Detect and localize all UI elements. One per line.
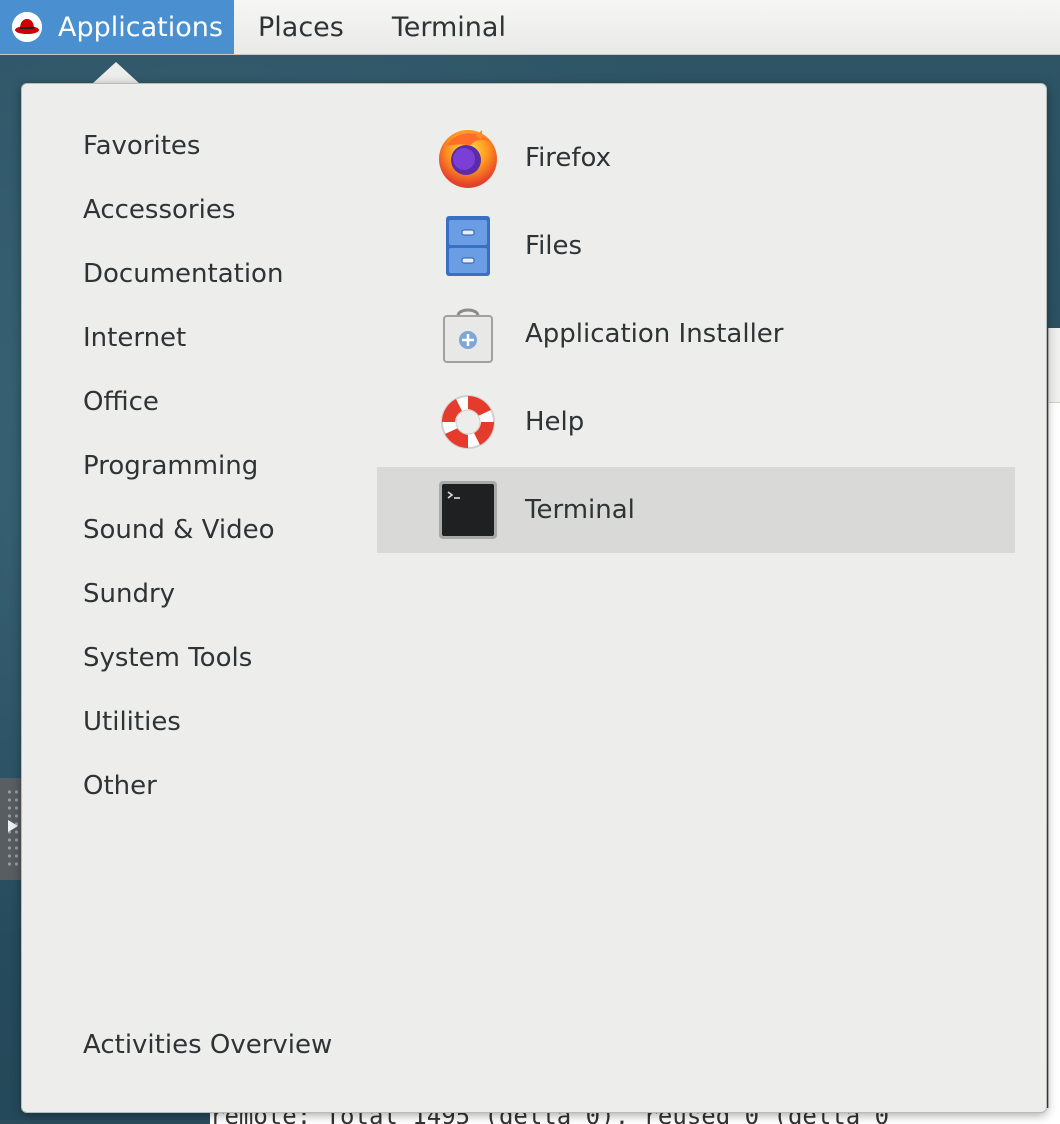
app-item-terminal[interactable]: Terminal — [377, 467, 1015, 553]
category-office[interactable]: Office — [83, 382, 159, 422]
firefox-icon — [436, 126, 500, 190]
app-item-application-installer[interactable]: Application Installer — [377, 291, 1015, 377]
applications-menu-popup: Favorites Accessories Documentation Inte… — [21, 83, 1047, 1113]
category-other[interactable]: Other — [83, 766, 157, 806]
category-accessories[interactable]: Accessories — [83, 190, 235, 230]
applications-menu-button[interactable]: Applications — [0, 0, 234, 54]
files-icon — [436, 214, 500, 278]
category-internet[interactable]: Internet — [83, 318, 186, 358]
app-item-firefox[interactable]: Firefox — [377, 115, 1015, 201]
category-programming[interactable]: Programming — [83, 446, 258, 486]
background-window-header — [1049, 328, 1060, 403]
terminal-label: Terminal — [391, 11, 506, 43]
category-utilities[interactable]: Utilities — [83, 702, 181, 742]
menu-pointer-arrow — [92, 62, 140, 84]
category-documentation[interactable]: Documentation — [83, 254, 283, 294]
background-terminal-window[interactable] — [1048, 328, 1060, 1120]
expand-arrow-icon — [8, 820, 18, 832]
redhat-logo-icon — [12, 12, 42, 42]
terminal-icon — [436, 478, 500, 542]
app-item-files[interactable]: Files — [377, 203, 1015, 289]
help-icon — [436, 390, 500, 454]
places-menu-button[interactable]: Places — [234, 0, 368, 54]
app-label-files: Files — [525, 231, 583, 261]
terminal-app-menu-button[interactable]: Terminal — [368, 0, 530, 54]
category-sound-video[interactable]: Sound & Video — [83, 510, 275, 550]
activities-overview-item[interactable]: Activities Overview — [83, 1030, 332, 1060]
category-favorites[interactable]: Favorites — [83, 126, 200, 166]
category-sundry[interactable]: Sundry — [83, 574, 175, 614]
applications-label: Applications — [58, 11, 223, 43]
application-installer-icon — [436, 302, 500, 366]
places-label: Places — [258, 11, 344, 43]
app-label-application-installer: Application Installer — [525, 319, 784, 349]
app-label-terminal: Terminal — [525, 495, 635, 525]
app-label-help: Help — [525, 407, 585, 437]
app-item-help[interactable]: Help — [377, 379, 1015, 465]
category-system-tools[interactable]: System Tools — [83, 638, 252, 678]
top-panel: Applications Places Terminal — [0, 0, 1060, 55]
app-label-firefox: Firefox — [525, 143, 612, 173]
